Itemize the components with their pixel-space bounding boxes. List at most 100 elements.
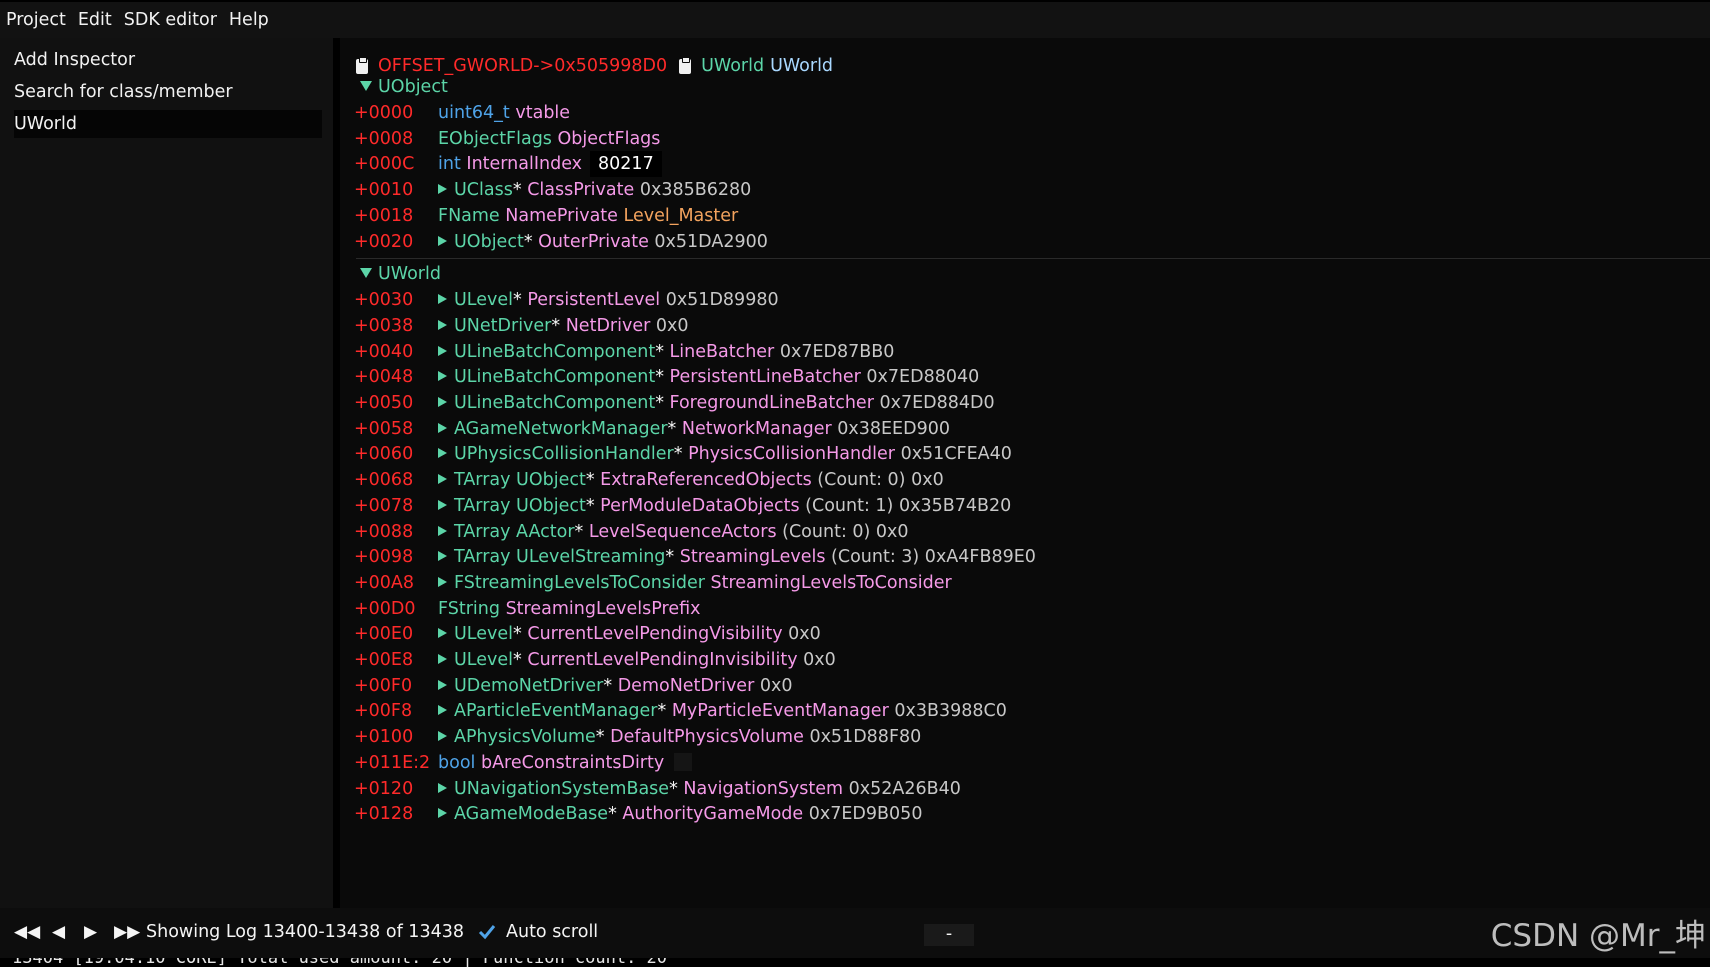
- member-row[interactable]: +00A8 FStreamingLevelsToConsider Streamin…: [354, 570, 952, 596]
- expand-arrow-icon[interactable]: [438, 371, 447, 382]
- clipboard-icon[interactable]: [356, 56, 368, 74]
- check-icon[interactable]: [477, 922, 497, 942]
- member-offset: +0098: [354, 547, 414, 568]
- expand-arrow-icon[interactable]: [438, 422, 447, 433]
- expand-arrow-icon[interactable]: [438, 345, 447, 356]
- member-value[interactable]: 0x52A26B40: [849, 779, 961, 799]
- member-value[interactable]: 0x7ED884D0: [879, 393, 994, 413]
- member-value[interactable]: 0x0: [656, 316, 689, 336]
- member-row[interactable]: +011E:2 bool bAreConstraintsDirty: [354, 750, 693, 776]
- member-row[interactable]: +0068 TArray UObject* ExtraReferencedObje…: [354, 467, 944, 493]
- member-row[interactable]: +0120 UNavigationSystemBase* NavigationSy…: [354, 776, 961, 802]
- member-value[interactable]: 0x51CFEA40: [901, 444, 1012, 464]
- expand-arrow-icon[interactable]: [438, 397, 447, 407]
- member-row[interactable]: +0048 ULineBatchComponent* PersistentLine…: [354, 364, 979, 390]
- member-type: AGameNetworkManager: [454, 418, 668, 439]
- member-value[interactable]: 0x51DA2900: [654, 232, 767, 252]
- member-name: NavigationSystem: [683, 778, 844, 799]
- section-header-uworld[interactable]: UWorld: [360, 261, 441, 287]
- expand-arrow-icon[interactable]: [438, 294, 447, 305]
- member-value[interactable]: (Count: 0) 0x0: [782, 522, 908, 542]
- member-row[interactable]: +0060 UPhysicsCollisionHandler* PhysicsCo…: [354, 441, 1012, 467]
- member-row[interactable]: +00E0 ULevel* CurrentLevelPendingVisibili…: [354, 621, 821, 647]
- member-row[interactable]: +0078 TArray UObject* PerModuleDataObject…: [354, 493, 1011, 519]
- member-row[interactable]: +0030 ULevel* PersistentLevel 0x51D89980: [354, 287, 779, 313]
- autoscroll-label[interactable]: Auto scroll: [506, 920, 598, 944]
- pointer-marker: *: [608, 804, 617, 825]
- member-value[interactable]: 0x0: [788, 624, 821, 644]
- expand-arrow-icon[interactable]: [438, 576, 447, 587]
- expand-arrow-icon[interactable]: [438, 628, 447, 639]
- member-value[interactable]: 0x51D89980: [666, 290, 779, 310]
- member-value[interactable]: 0x7ED88040: [866, 367, 979, 387]
- expand-arrow-icon[interactable]: [438, 448, 447, 459]
- expand-arrow-icon[interactable]: [438, 551, 447, 562]
- expand-arrow-icon[interactable]: [438, 782, 447, 793]
- menu-sdk-editor[interactable]: SDK editor: [118, 2, 223, 38]
- expand-arrow-icon[interactable]: [438, 679, 447, 690]
- member-value[interactable]: 0x38EED900: [837, 419, 950, 439]
- expand-arrow-icon[interactable]: [438, 184, 447, 195]
- menu-help[interactable]: Help: [223, 2, 275, 38]
- member-checkbox[interactable]: [674, 752, 693, 771]
- member-row[interactable]: +0088 TArray AActor* LevelSequenceActors …: [354, 519, 909, 545]
- next-page-icon[interactable]: ▶: [84, 921, 97, 943]
- expand-arrow-icon[interactable]: [438, 705, 447, 716]
- member-row[interactable]: +0010 UClass* ClassPrivate 0x385B6280: [354, 177, 751, 203]
- member-row[interactable]: +0020 UObject* OuterPrivate 0x51DA2900: [354, 229, 768, 255]
- section-header-uobject[interactable]: UObject: [360, 74, 448, 100]
- member-row[interactable]: +0008 EObjectFlags ObjectFlags: [354, 126, 660, 152]
- member-value: Level_Master: [623, 205, 739, 226]
- member-value[interactable]: (Count: 3) 0xA4FB89E0: [831, 547, 1036, 567]
- expand-arrow-icon[interactable]: [438, 319, 447, 330]
- member-row[interactable]: +00F8 AParticleEventManager* MyParticleEv…: [354, 698, 1007, 724]
- member-row[interactable]: +0058 AGameNetworkManager* NetworkManager…: [354, 416, 950, 442]
- expand-arrow-icon[interactable]: [438, 499, 447, 510]
- member-value[interactable]: 0x0: [803, 650, 836, 670]
- member-row[interactable]: +0128 AGameModeBase* AuthorityGameMode 0x…: [354, 801, 922, 827]
- member-row[interactable]: +00D0 FString StreamingLevelsPrefix: [354, 596, 700, 622]
- log-filter-box[interactable]: -: [924, 924, 974, 946]
- menu-project[interactable]: Project: [0, 2, 72, 38]
- member-value-input[interactable]: 80217: [590, 151, 662, 178]
- member-type: TArray AActor: [454, 521, 575, 542]
- sidebar-item-search[interactable]: Search for class/member: [14, 78, 322, 106]
- prev-page-icon[interactable]: ◀: [52, 921, 65, 943]
- chevron-down-icon[interactable]: [360, 268, 372, 279]
- member-row[interactable]: +0038 UNetDriver* NetDriver 0x0: [354, 313, 689, 339]
- member-value[interactable]: 0x0: [760, 676, 793, 696]
- member-value[interactable]: 0x3B3988C0: [894, 701, 1007, 721]
- member-row[interactable]: +0100 APhysicsVolume* DefaultPhysicsVolum…: [354, 724, 921, 750]
- member-row[interactable]: +0050 ULineBatchComponent* ForegroundLine…: [354, 390, 995, 416]
- member-value[interactable]: (Count: 1) 0x35B74B20: [805, 496, 1011, 516]
- expand-arrow-icon[interactable]: [438, 808, 447, 819]
- member-row[interactable]: +00F0 UDemoNetDriver* DemoNetDriver 0x0: [354, 673, 792, 699]
- chevron-down-icon[interactable]: [360, 81, 372, 91]
- expand-arrow-icon[interactable]: [438, 525, 447, 536]
- expand-arrow-icon[interactable]: [438, 654, 447, 664]
- member-value[interactable]: 0x7ED87BB0: [780, 342, 895, 362]
- member-offset: +0018: [354, 205, 414, 226]
- member-value[interactable]: 0x51D88F80: [809, 727, 921, 747]
- member-value[interactable]: 0x385B6280: [640, 180, 751, 200]
- pointer-marker: *: [665, 547, 675, 568]
- member-row[interactable]: +00E8 ULevel* CurrentLevelPendingInvisibi…: [354, 647, 836, 673]
- last-page-icon[interactable]: ▶▶: [114, 921, 140, 943]
- member-value[interactable]: 0x7ED9B050: [809, 804, 923, 824]
- menu-edit[interactable]: Edit: [72, 2, 118, 38]
- member-row[interactable]: +0018 FName NamePrivate Level_Master: [354, 203, 738, 229]
- expand-arrow-icon[interactable]: [438, 474, 447, 485]
- member-type: FStreamingLevelsToConsider: [454, 572, 705, 593]
- expand-arrow-icon[interactable]: [438, 731, 447, 742]
- sidebar-item-add-inspector[interactable]: Add Inspector: [14, 46, 322, 74]
- first-page-icon[interactable]: ◀◀: [14, 921, 40, 943]
- member-value[interactable]: (Count: 0) 0x0: [817, 470, 943, 490]
- clipboard-icon[interactable]: [679, 56, 692, 74]
- member-row[interactable]: +000C int InternalIndex 80217: [354, 151, 662, 178]
- member-name: ExtraReferencedObjects: [600, 470, 812, 491]
- expand-arrow-icon[interactable]: [438, 235, 447, 246]
- member-row[interactable]: +0040 ULineBatchComponent* LineBatcher 0x…: [354, 339, 894, 365]
- sidebar-item-uworld[interactable]: UWorld: [14, 110, 322, 138]
- member-row[interactable]: +0098 TArray ULevelStreaming* StreamingLe…: [354, 544, 1036, 570]
- member-row[interactable]: +0000 uint64_t vtable: [354, 100, 570, 126]
